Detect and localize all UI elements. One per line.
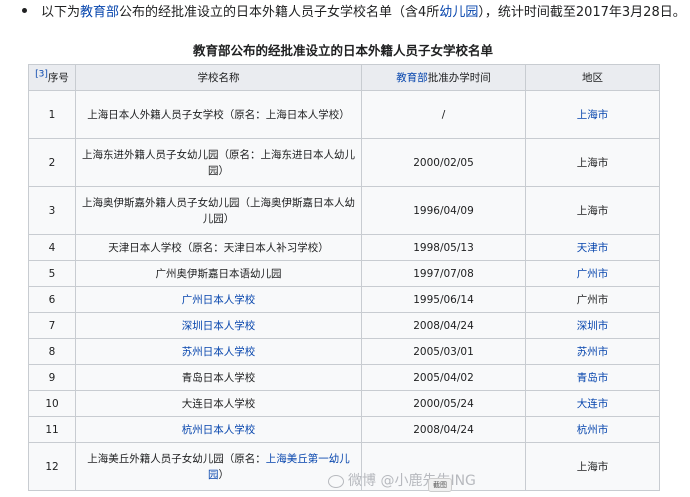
region-link[interactable]: 上海市 [577, 109, 609, 121]
cell-index: 4 [28, 234, 76, 261]
cell-region: 广州市 [525, 260, 660, 287]
cell-name: 大连日本人学校 [75, 390, 362, 417]
table-row: 6 广州日本人学校 1995/06/14 广州市 [28, 286, 660, 313]
cell-date: 2000/02/05 [361, 138, 526, 187]
table-row: 7 深圳日本人学校 2008/04/24 深圳市 [28, 312, 660, 339]
cell-date: 1996/04/09 [361, 186, 526, 235]
intro-text-mid: 公布的经批准设立的日本外籍人员子女学校名单（含4所 [119, 5, 440, 20]
cell-name: 杭州日本人学校 [75, 416, 362, 443]
table-row: 4 天津日本人学校（原名：天津日本人补习学校） 1998/05/13 天津市 [28, 234, 660, 261]
reference-link[interactable]: [3] [35, 70, 48, 80]
table-row: 9 青岛日本人学校 2005/04/02 青岛市 [28, 364, 660, 391]
cell-date: 2000/05/24 [361, 390, 526, 417]
cell-name: 上海日本人外籍人员子女学校（原名：上海日本人学校） [75, 90, 362, 139]
table-caption: 教育部公布的经批准设立的日本外籍人员子女学校名单 [192, 43, 493, 58]
cell-index: 9 [28, 364, 76, 391]
kindergarten-link[interactable]: 幼儿园 [439, 5, 478, 20]
table-row: 5 广州奥伊斯嘉日本语幼儿园 1997/07/08 广州市 [28, 260, 660, 287]
cell-region: 杭州市 [525, 416, 660, 443]
table-row: 10 大连日本人学校 2000/05/24 大连市 [28, 390, 660, 417]
cell-region: 天津市 [525, 234, 660, 261]
intro-paragraph: 以下为教育部公布的经批准设立的日本外籍人员子女学校名单（含4所幼儿园），统计时间… [22, 4, 686, 22]
cell-date: 2008/04/24 [361, 416, 526, 443]
ministry-link[interactable]: 教育部 [80, 5, 119, 20]
cell-region: 上海市 [525, 186, 660, 235]
cell-date: 2008/04/24 [361, 312, 526, 339]
cell-region: 上海市 [525, 138, 660, 187]
header-index-label: 序号 [47, 72, 69, 84]
cell-index: 2 [28, 138, 76, 187]
cell-region: 苏州市 [525, 338, 660, 365]
cell-region: 广州市 [525, 286, 660, 313]
cell-index: 7 [28, 312, 76, 339]
intro-text-before: 以下为 [41, 5, 81, 20]
header-region: 地区 [525, 64, 660, 91]
cell-date: 1995/06/14 [361, 286, 526, 313]
header-index: [3]序号 [28, 64, 76, 91]
cell-name: 天津日本人学校（原名：天津日本人补习学校） [75, 234, 362, 261]
region-link[interactable]: 杭州市 [577, 424, 609, 436]
cell-region: 青岛市 [525, 364, 660, 391]
cell-region: 大连市 [525, 390, 660, 417]
cell-name: 青岛日本人学校 [75, 364, 362, 391]
table-row: 1 上海日本人外籍人员子女学校（原名：上海日本人学校） / 上海市 [28, 90, 660, 139]
weibo-icon [328, 474, 344, 488]
header-name: 学校名称 [75, 64, 362, 91]
intro-text-after: ），统计时间截至2017年3月28日。 [478, 5, 686, 20]
bullet-icon [22, 8, 27, 13]
cell-index: 11 [28, 416, 76, 443]
school-link[interactable]: 苏州日本人学校 [182, 346, 256, 358]
table-row: 3 上海奥伊斯嘉外籍人员子女幼儿园（上海奥伊斯嘉日本人幼儿园） 1996/04/… [28, 186, 660, 235]
cell-date: / [361, 90, 526, 139]
cell-index: 12 [28, 442, 76, 491]
schools-table: [3]序号 学校名称 教育部批准办学时间 地区 1 上海日本人外籍人员子女学校（… [28, 64, 660, 491]
region-link[interactable]: 大连市 [577, 398, 609, 410]
cell-index: 10 [28, 390, 76, 417]
table-row: 2 上海东进外籍人员子女幼儿园（原名：上海东进日本人幼儿园） 2000/02/0… [28, 138, 660, 187]
table-row: 11 杭州日本人学校 2008/04/24 杭州市 [28, 416, 660, 443]
school-link[interactable]: 广州日本人学校 [182, 294, 256, 306]
cell-region: 深圳市 [525, 312, 660, 339]
cell-name: 广州日本人学校 [75, 286, 362, 313]
cell-name: 苏州日本人学校 [75, 338, 362, 365]
region-link[interactable]: 深圳市 [577, 320, 609, 332]
cell-date: 1998/05/13 [361, 234, 526, 261]
cell-region: 上海市 [525, 442, 660, 491]
region-link[interactable]: 青岛市 [577, 372, 609, 384]
cell-name: 深圳日本人学校 [75, 312, 362, 339]
cell-region: 上海市 [525, 90, 660, 139]
region-link[interactable]: 天津市 [577, 242, 609, 254]
school-link[interactable]: 深圳日本人学校 [182, 320, 256, 332]
cell-date: 1997/07/08 [361, 260, 526, 287]
cell-name-text-end: ） [218, 468, 230, 481]
cell-name: 上海奥伊斯嘉外籍人员子女幼儿园（上海奥伊斯嘉日本人幼儿园） [75, 186, 362, 235]
cell-name: 上海美丘外籍人员子女幼儿园（原名：上海美丘第一幼儿园） [75, 442, 362, 491]
cell-index: 8 [28, 338, 76, 365]
region-link[interactable]: 广州市 [577, 268, 609, 280]
cell-date: 2005/04/02 [361, 364, 526, 391]
cell-name-text: 上海美丘外籍人员子女幼儿园（原名： [87, 452, 266, 465]
screenshot-tooltip: 截图 [428, 478, 452, 492]
header-date: 教育部批准办学时间 [361, 64, 526, 91]
cell-name: 上海东进外籍人员子女幼儿园（原名：上海东进日本人幼儿园） [75, 138, 362, 187]
cell-index: 3 [28, 186, 76, 235]
header-date-label: 批准办学时间 [427, 72, 491, 84]
school-link[interactable]: 杭州日本人学校 [182, 424, 256, 436]
cell-index: 5 [28, 260, 76, 287]
cell-index: 6 [28, 286, 76, 313]
weibo-watermark: 微博 @小鹿先生ING [328, 470, 476, 490]
cell-date: 2005/03/01 [361, 338, 526, 365]
header-ministry-link[interactable]: 教育部 [396, 72, 428, 84]
cell-index: 1 [28, 90, 76, 139]
cell-name: 广州奥伊斯嘉日本语幼儿园 [75, 260, 362, 287]
region-link[interactable]: 苏州市 [577, 346, 609, 358]
watermark-text: 微博 @小鹿先生ING [348, 473, 476, 489]
table-row: 8 苏州日本人学校 2005/03/01 苏州市 [28, 338, 660, 365]
table-header-row: [3]序号 学校名称 教育部批准办学时间 地区 [28, 64, 660, 91]
